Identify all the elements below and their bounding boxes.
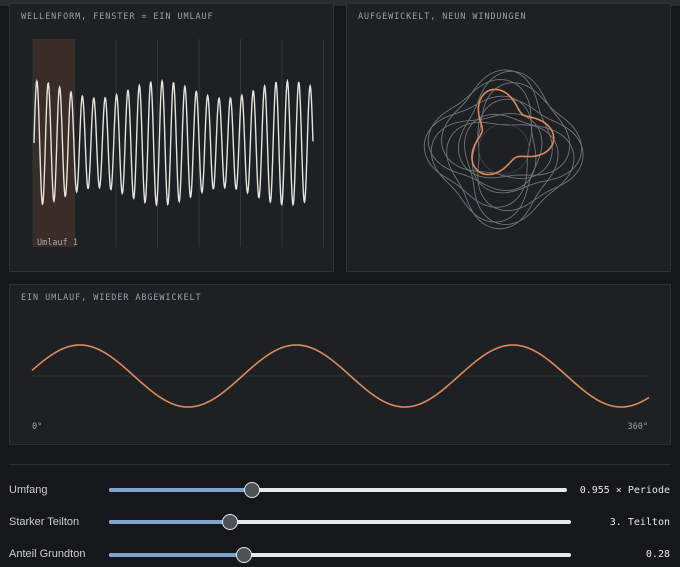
waveform-plot xyxy=(32,39,324,247)
slider-fill xyxy=(109,520,230,524)
slider-fill xyxy=(109,553,243,557)
wound-center-circle xyxy=(478,123,530,175)
umfang-label: Umfang xyxy=(9,484,48,496)
teilton-value: 3. Teilton xyxy=(609,517,670,528)
axis-end-label: 360° xyxy=(627,422,648,432)
teilton-label: Starker Teilton xyxy=(9,516,80,528)
slider-thumb[interactable] xyxy=(235,547,252,563)
slider-fill xyxy=(109,488,251,492)
unwound-plot xyxy=(31,344,650,408)
wound-panel: Aufgewickelt, neun Windungen xyxy=(346,3,671,272)
teilton-slider[interactable] xyxy=(109,514,571,530)
grundton-value: 0.28 xyxy=(645,549,670,560)
waveform-panel: Wellenform, Fenster = ein Umlauf Umlauf … xyxy=(9,3,334,272)
slider-thumb[interactable] xyxy=(243,482,260,498)
umfang-value: 0.955 × Periode xyxy=(579,485,670,496)
grundton-slider[interactable] xyxy=(109,547,571,563)
wound-plot xyxy=(423,69,584,230)
axis-start-label: 0° xyxy=(32,422,43,432)
window-label: Umlauf 1 xyxy=(37,238,78,248)
waveform-line xyxy=(33,78,314,207)
wound-highlight-loop xyxy=(471,88,555,176)
grundton-label: Anteil Grundton xyxy=(9,548,86,560)
unwound-panel: Ein Umlauf, wieder abgewickelt 0° 360° xyxy=(9,284,671,445)
umfang-slider[interactable] xyxy=(109,482,567,498)
slider-thumb[interactable] xyxy=(222,514,239,530)
controls-divider xyxy=(9,464,671,465)
